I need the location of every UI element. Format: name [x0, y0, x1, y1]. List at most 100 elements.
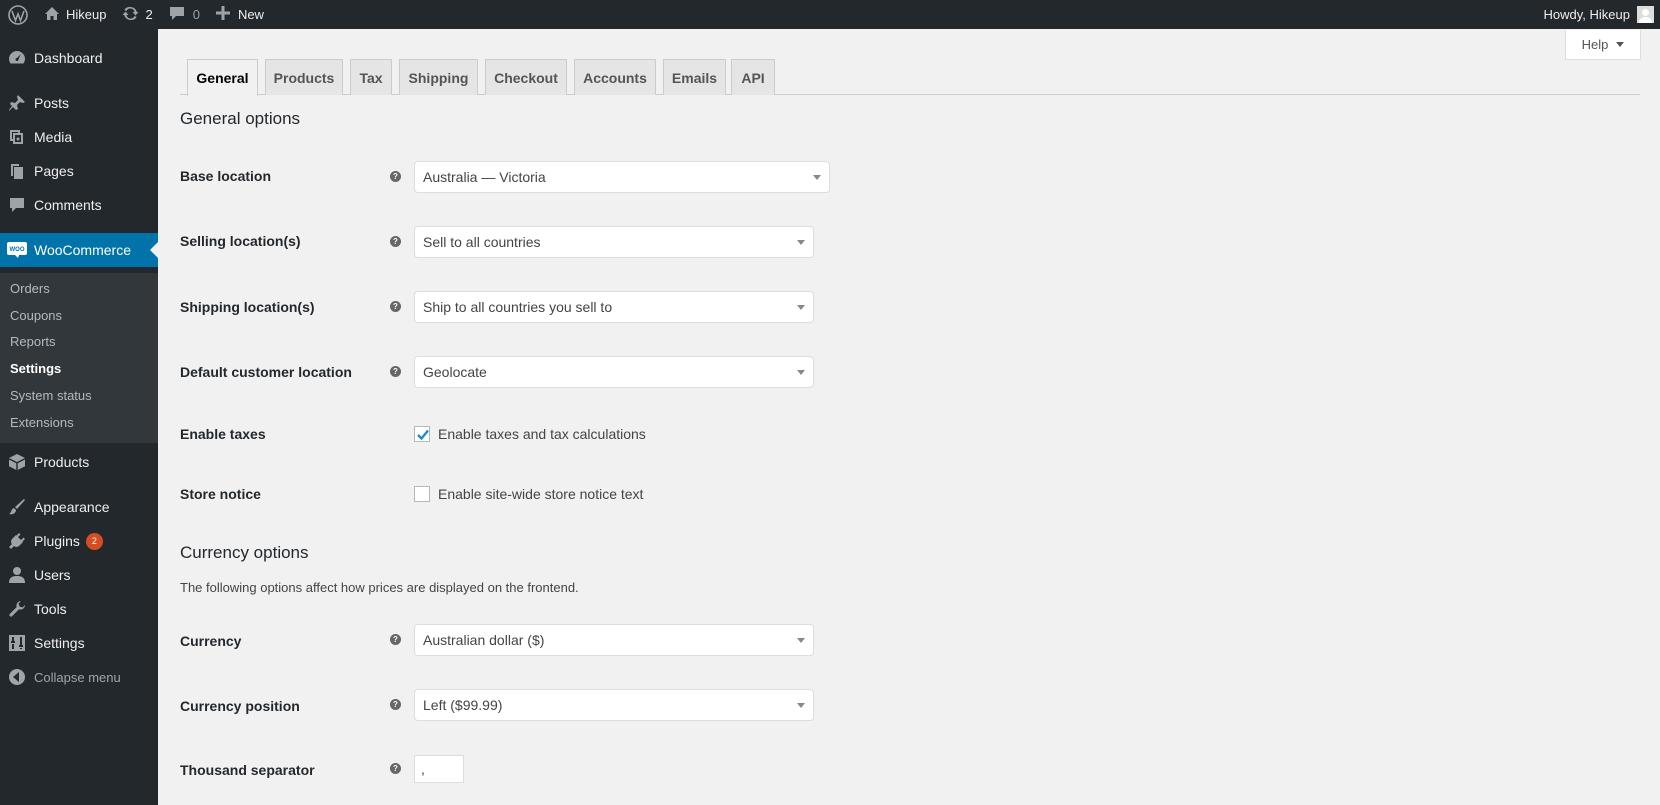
dropdown-arrow-icon	[797, 703, 805, 708]
tab-general[interactable]: General	[187, 59, 258, 96]
dropdown-arrow-icon	[797, 638, 805, 643]
menu-media[interactable]: Media	[0, 120, 158, 154]
comment-icon	[169, 6, 185, 24]
menu-appearance[interactable]: Appearance	[0, 490, 158, 524]
help-tip-icon[interactable]: ?	[390, 366, 401, 377]
help-tip-icon[interactable]: ?	[390, 301, 401, 312]
selling-locations-value: Sell to all countries	[423, 234, 541, 250]
admin-bar: Hikeup 2 0 New Howdy, Hikeup	[0, 0, 1660, 29]
enable-taxes-checkbox[interactable]	[414, 426, 430, 442]
currency-select[interactable]: Australian dollar ($)	[414, 624, 814, 656]
menu-posts-label: Posts	[34, 95, 70, 111]
currency-label: Currency	[180, 633, 242, 649]
menu-users-label: Users	[34, 567, 71, 583]
default-customer-location-label: Default customer location	[180, 364, 352, 380]
help-label: Help	[1581, 37, 1609, 52]
menu-users[interactable]: Users	[0, 558, 158, 592]
menu-media-label: Media	[34, 129, 73, 145]
comments-link[interactable]: 0	[161, 0, 208, 29]
selling-locations-label: Selling location(s)	[180, 233, 301, 249]
currency-value: Australian dollar ($)	[423, 632, 545, 648]
menu-appearance-label: Appearance	[34, 499, 110, 515]
tab-emails[interactable]: Emails	[663, 59, 726, 95]
pages-icon	[0, 162, 34, 180]
new-label: New	[237, 7, 264, 22]
dropdown-arrow-icon	[797, 240, 805, 245]
menu-woocommerce-label: WooCommerce	[34, 242, 131, 258]
currency-description: The following options affect how prices …	[180, 580, 579, 595]
menu-settings[interactable]: Settings	[0, 626, 158, 660]
tab-tax[interactable]: Tax	[350, 59, 392, 95]
menu-products-label: Products	[34, 454, 90, 470]
menu-woocommerce[interactable]: WOO WooCommerce	[0, 233, 158, 267]
currency-position-select[interactable]: Left ($99.99)	[414, 689, 814, 721]
site-name-link[interactable]: Hikeup	[36, 0, 114, 29]
currency-options-heading: Currency options	[180, 543, 309, 562]
help-tip-icon[interactable]: ?	[390, 171, 401, 182]
pin-icon	[0, 94, 34, 112]
menu-tools[interactable]: Tools	[0, 592, 158, 626]
caret-down-icon	[1616, 42, 1625, 47]
new-content-link[interactable]: New	[208, 0, 272, 29]
help-button[interactable]: Help	[1565, 30, 1641, 60]
user-icon	[0, 566, 34, 584]
tab-shipping[interactable]: Shipping	[399, 59, 478, 95]
shipping-locations-select[interactable]: Ship to all countries you sell to	[414, 291, 814, 323]
help-tip-icon[interactable]: ?	[390, 634, 401, 645]
collapse-menu-button[interactable]: Collapse menu	[0, 660, 158, 694]
shipping-locations-value: Ship to all countries you sell to	[423, 299, 613, 315]
menu-products[interactable]: Products	[0, 445, 158, 479]
tab-api[interactable]: API	[731, 59, 775, 95]
avatar	[1637, 6, 1654, 23]
menu-pages-label: Pages	[34, 163, 74, 179]
updates-link[interactable]: 2	[114, 0, 160, 29]
help-tip-icon[interactable]: ?	[390, 699, 401, 710]
submenu-extensions[interactable]: Extensions	[10, 415, 74, 430]
media-icon	[0, 128, 34, 146]
currency-position-value: Left ($99.99)	[423, 697, 503, 713]
store-notice-checkbox[interactable]	[414, 486, 430, 502]
my-account[interactable]: Howdy, Hikeup	[1544, 6, 1660, 23]
collapse-menu-label: Collapse menu	[34, 669, 121, 685]
comment-icon	[0, 196, 34, 214]
menu-dashboard[interactable]: Dashboard	[0, 41, 158, 75]
dropdown-arrow-icon	[797, 370, 805, 375]
default-customer-location-value: Geolocate	[423, 364, 487, 380]
howdy-text: Howdy, Hikeup	[1543, 7, 1630, 22]
tab-products[interactable]: Products	[265, 59, 343, 95]
submenu-orders[interactable]: Orders	[10, 281, 50, 296]
menu-tools-label: Tools	[34, 601, 67, 617]
updates-icon	[122, 5, 139, 25]
menu-plugins[interactable]: Plugins 2	[0, 524, 158, 558]
enable-taxes-label: Enable taxes	[180, 426, 266, 442]
menu-comments[interactable]: Comments	[0, 188, 158, 222]
store-notice-label: Store notice	[180, 486, 261, 502]
base-location-label: Base location	[180, 168, 272, 184]
menu-settings-label: Settings	[34, 635, 85, 651]
dropdown-arrow-icon	[813, 175, 821, 180]
dashboard-icon	[0, 49, 34, 67]
collapse-icon	[0, 668, 34, 686]
menu-posts[interactable]: Posts	[0, 86, 158, 120]
base-location-select[interactable]: Australia — Victoria	[414, 161, 830, 193]
enable-taxes-text: Enable taxes and tax calculations	[438, 426, 646, 442]
shipping-locations-label: Shipping location(s)	[180, 299, 315, 315]
wordpress-logo-icon[interactable]	[0, 0, 36, 29]
admin-menu: Dashboard Posts Media Pages Comments WOO…	[0, 29, 158, 805]
submenu-coupons[interactable]: Coupons	[10, 308, 62, 323]
submenu-settings[interactable]: Settings	[10, 361, 61, 376]
settings-tabs: General Products Tax Shipping Checkout A…	[180, 59, 1640, 96]
submenu-system-status[interactable]: System status	[10, 388, 92, 403]
selling-locations-select[interactable]: Sell to all countries	[414, 226, 814, 258]
help-tip-icon[interactable]: ?	[390, 763, 401, 774]
default-customer-location-select[interactable]: Geolocate	[414, 356, 814, 388]
thousand-separator-label: Thousand separator	[180, 762, 315, 778]
plus-icon	[215, 6, 230, 23]
thousand-separator-input[interactable]: ,	[414, 755, 464, 783]
tab-checkout[interactable]: Checkout	[485, 59, 567, 95]
submenu-reports[interactable]: Reports	[10, 334, 56, 349]
tab-accounts[interactable]: Accounts	[574, 59, 656, 95]
menu-pages[interactable]: Pages	[0, 154, 158, 188]
help-tip-icon[interactable]: ?	[390, 236, 401, 247]
archive-box-icon	[0, 453, 34, 471]
